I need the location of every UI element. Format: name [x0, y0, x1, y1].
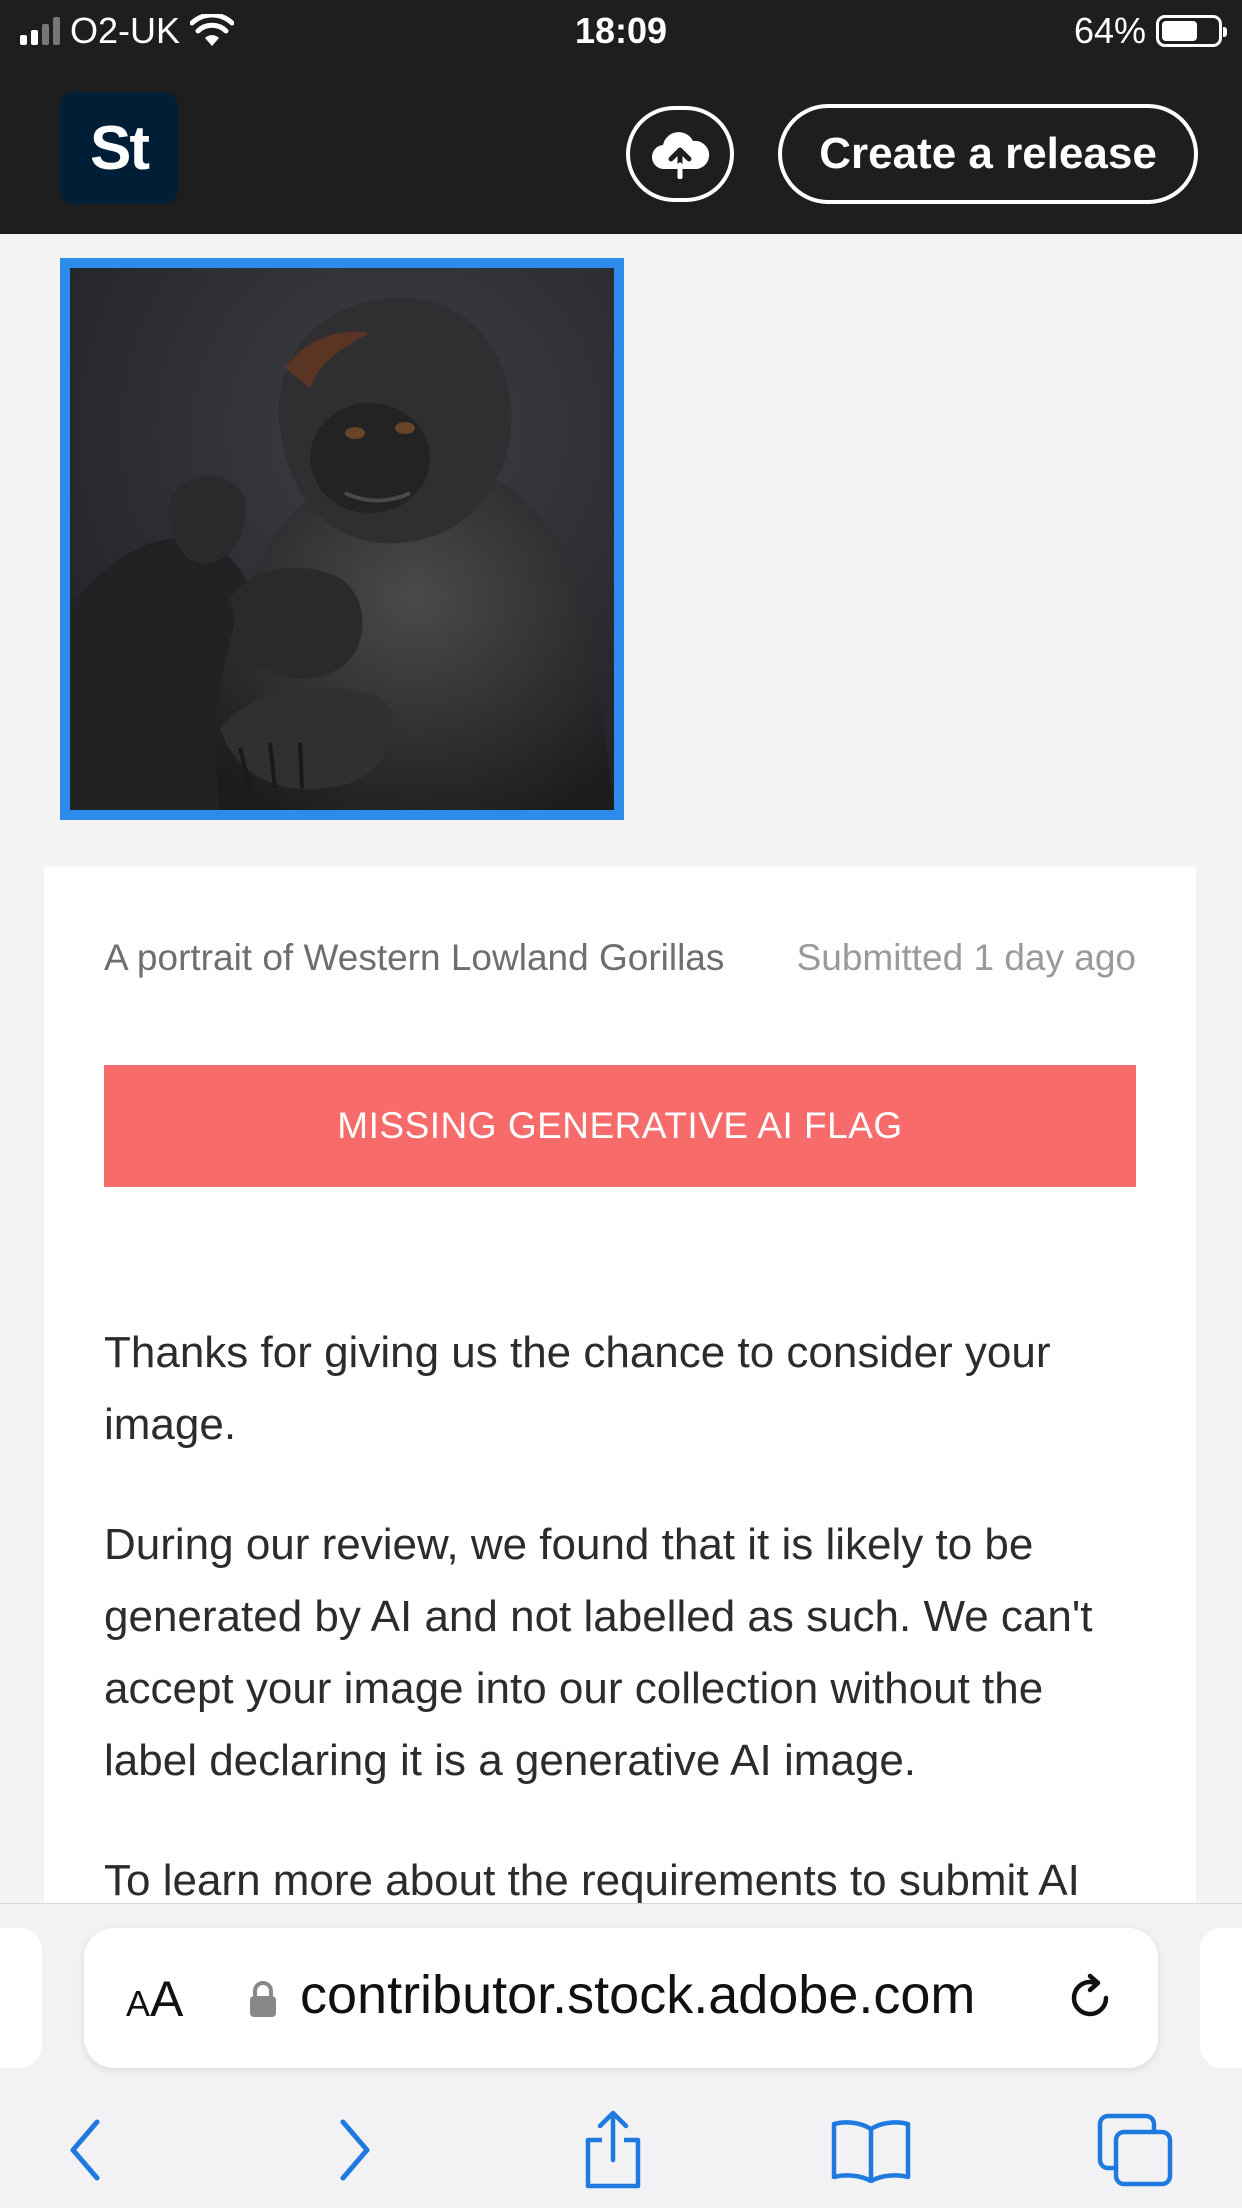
submission-title: A portrait of Western Lowland Gorillas — [104, 937, 725, 978]
status-right: 64% — [1073, 10, 1227, 52]
tabs-icon — [1097, 2113, 1173, 2187]
previous-tab-peek[interactable] — [0, 1928, 42, 2068]
share-button[interactable] — [568, 2110, 658, 2190]
reader-settings-button[interactable]: AA — [126, 1970, 183, 2028]
message-paragraph: During our review, we found that it is l… — [104, 1520, 1093, 1785]
submitted-date: Submitted 1 day ago — [796, 937, 1136, 978]
submission-thumbnail[interactable] — [60, 258, 624, 820]
status-bar: O2-UK 18:09 64% — [0, 0, 1242, 62]
tabs-button[interactable] — [1090, 2110, 1180, 2190]
submission-meta: A portrait of Western Lowland Gorillas S… — [104, 937, 1136, 979]
browser-bottom-bar: AA contributor.stock.adobe.com — [0, 1903, 1242, 2208]
forward-icon — [340, 2119, 370, 2181]
back-icon — [70, 2119, 100, 2181]
create-release-button[interactable]: Create a release — [778, 104, 1198, 204]
browser-toolbar — [0, 2090, 1242, 2200]
back-button[interactable] — [40, 2110, 130, 2190]
share-icon — [585, 2110, 641, 2189]
app-header: St Create a release — [0, 62, 1242, 234]
rejection-message: Thanks for giving us the chance to consi… — [104, 1317, 1136, 1965]
cloud-upload-icon — [651, 132, 710, 179]
forward-button[interactable] — [310, 2110, 400, 2190]
reload-icon[interactable] — [1060, 1968, 1120, 2028]
rejection-reason-badge: MISSING GENERATIVE AI FLAG — [104, 1065, 1136, 1187]
upload-button[interactable] — [626, 106, 734, 202]
bookmarks-icon — [831, 2120, 911, 2183]
address-bar[interactable]: AA contributor.stock.adobe.com — [84, 1928, 1158, 2068]
url-field[interactable]: contributor.stock.adobe.com — [300, 1964, 975, 2026]
message-paragraph: Thanks for giving us the chance to consi… — [104, 1328, 1051, 1449]
battery-icon — [1156, 15, 1227, 47]
adobe-stock-logo[interactable]: St — [60, 92, 178, 204]
clock: 18:09 — [574, 10, 668, 51]
bookmarks-button[interactable] — [826, 2110, 916, 2190]
gorilla-portrait-image — [70, 268, 614, 810]
next-tab-peek[interactable] — [1200, 1928, 1242, 2068]
lock-icon — [250, 1981, 276, 2017]
battery-percent: 64% — [1073, 10, 1146, 51]
